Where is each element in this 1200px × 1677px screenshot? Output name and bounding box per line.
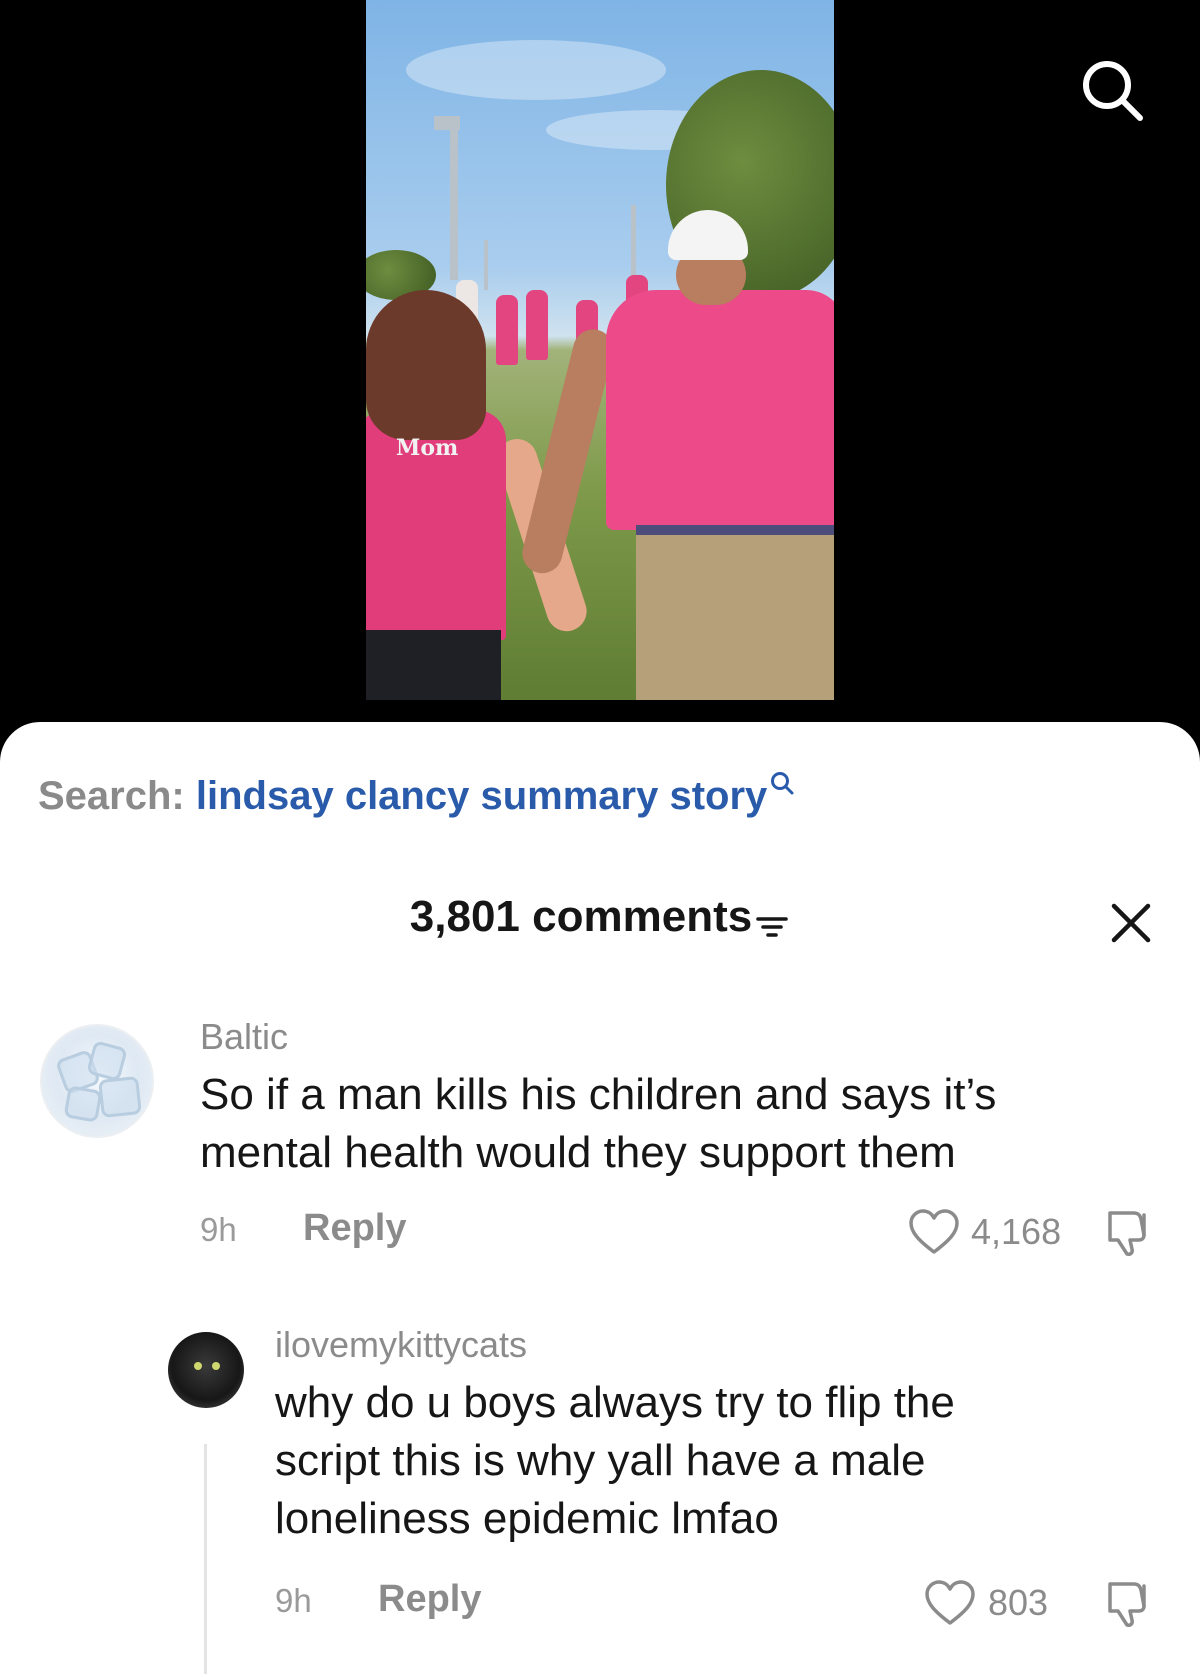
shirt-print: Mom <box>396 435 459 461</box>
filter-icon[interactable] <box>754 912 790 942</box>
close-icon[interactable] <box>1106 898 1156 948</box>
comment-text-line: So if a man kills his children and says … <box>200 1070 997 1119</box>
comments-sheet: Search: lindsay clancy summary story 3,8… <box>0 722 1200 1677</box>
comments-header: 3,801 comments <box>0 892 1200 942</box>
search-icon <box>771 772 794 795</box>
comment-text: So if a man kills his children and says … <box>200 1066 996 1182</box>
crowd-person <box>526 290 548 360</box>
comment-text-line: loneliness epidemic lmfao <box>275 1494 779 1543</box>
like-count: 4,168 <box>971 1211 1062 1252</box>
light-pole <box>450 120 458 280</box>
light-pole-head <box>434 116 460 130</box>
reply-button[interactable]: Reply <box>378 1578 481 1621</box>
search-icon[interactable] <box>1078 56 1146 124</box>
comment-text-line: why do u boys always try to flip the <box>275 1378 955 1427</box>
girl-pants <box>366 630 501 700</box>
search-term-link[interactable]: lindsay clancy summary story <box>196 774 767 818</box>
thumbs-down-icon[interactable] <box>1104 1578 1152 1630</box>
man-cap <box>668 210 748 260</box>
comment-username[interactable]: ilovemykittycats <box>275 1324 527 1366</box>
search-prefix: Search: <box>38 774 185 818</box>
girl-hair <box>366 290 486 440</box>
avatar[interactable] <box>168 1332 244 1408</box>
heart-icon[interactable] <box>908 1208 960 1256</box>
comment-text: why do u boys always try to flip the scr… <box>275 1374 955 1548</box>
avatar[interactable] <box>40 1024 154 1138</box>
comment-text-line: script this is why yall have a male <box>275 1436 926 1485</box>
heart-icon[interactable] <box>924 1579 976 1627</box>
man-pants <box>636 535 834 700</box>
comment-text-line: mental health would they support them <box>200 1128 956 1177</box>
comment-reply: ilovemykittycats why do u boys always tr… <box>0 1324 1200 1662</box>
comment-time: 9h <box>275 1582 312 1619</box>
cat-eye <box>194 1362 202 1370</box>
comment: Baltic So if a man kills his children an… <box>0 1016 1200 1284</box>
cat-eye <box>212 1362 220 1370</box>
like-count: 803 <box>988 1582 1049 1623</box>
man-shirt <box>606 290 834 530</box>
cloud <box>406 40 666 100</box>
video-frame[interactable]: Mom <box>366 0 834 700</box>
ice-cube <box>98 1076 142 1118</box>
man-figure <box>518 200 834 700</box>
video-player[interactable]: Mom <box>0 0 1200 740</box>
girl-figure: Mom <box>366 290 592 700</box>
comments-count: 3,801 comments <box>409 892 753 941</box>
search-suggestion[interactable]: Search: lindsay clancy summary story <box>38 772 795 819</box>
comment-username[interactable]: Baltic <box>200 1016 288 1058</box>
comment-time: 9h <box>200 1211 237 1248</box>
thumbs-down-icon[interactable] <box>1104 1207 1152 1259</box>
ice-cube <box>63 1085 103 1123</box>
reply-button[interactable]: Reply <box>303 1207 406 1250</box>
